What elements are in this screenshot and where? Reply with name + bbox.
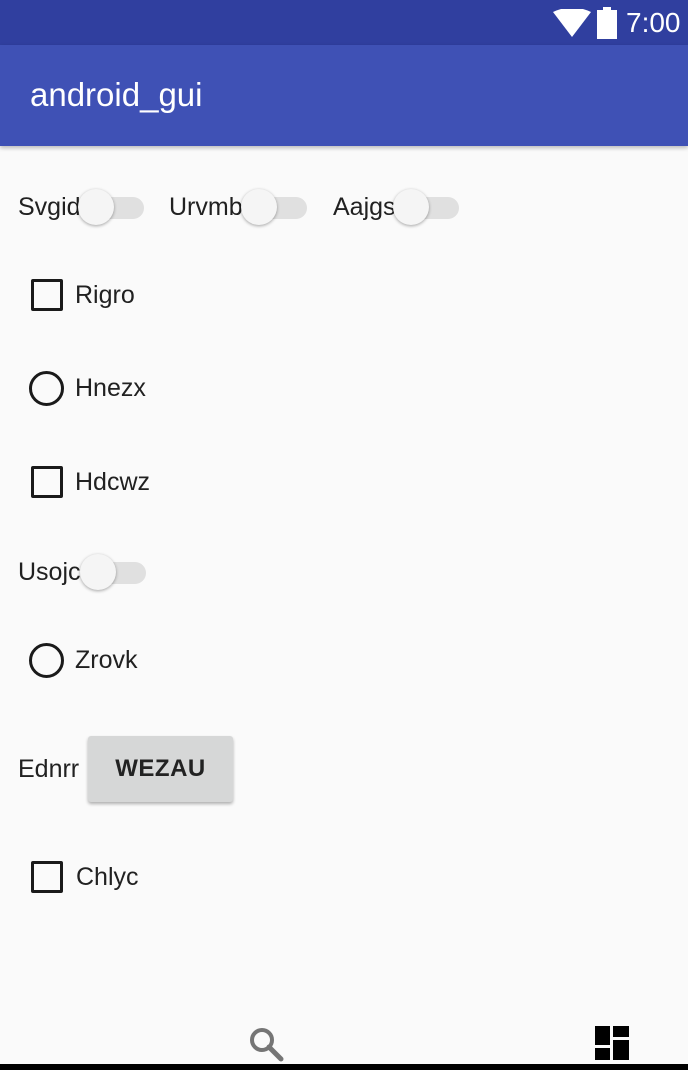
switch-thumb: [393, 189, 429, 225]
ednrr-label: Ednrr: [18, 755, 80, 783]
radio-label-hnezx[interactable]: Hnezx: [75, 373, 146, 403]
checkbox-hdcwz[interactable]: [31, 466, 63, 498]
battery-icon: [597, 7, 617, 39]
switch-label-aajgs: Aajgs: [333, 193, 396, 221]
switch-aajgs[interactable]: [393, 187, 459, 227]
dashboard-icon[interactable]: [595, 1026, 629, 1060]
radio-zrovk[interactable]: [29, 643, 64, 678]
switch-thumb: [241, 189, 277, 225]
wifi-icon: [553, 9, 591, 37]
checkbox-rigro[interactable]: [31, 279, 63, 311]
switch-label-usojc: Usojc: [18, 558, 81, 586]
switch-thumb: [78, 189, 114, 225]
switch-usojc[interactable]: [80, 552, 146, 592]
status-time: 7:00: [626, 7, 681, 38]
switch-thumb: [80, 554, 116, 590]
radio-hnezx[interactable]: [29, 371, 64, 406]
checkbox-chlyc[interactable]: [31, 861, 63, 893]
checkbox-label-rigro[interactable]: Rigro: [75, 280, 135, 310]
status-bar: 7:00: [0, 0, 688, 45]
radio-label-zrovk[interactable]: Zrovk: [75, 645, 138, 675]
search-icon[interactable]: [248, 1026, 284, 1062]
navigation-bar-edge: [0, 1064, 688, 1070]
app-bar: android_gui: [0, 45, 688, 146]
checkbox-label-hdcwz[interactable]: Hdcwz: [75, 467, 150, 497]
app-title: android_gui: [30, 76, 203, 113]
wezau-button[interactable]: WEZAU: [88, 736, 233, 802]
switch-svgid[interactable]: [78, 187, 144, 227]
checkbox-label-chlyc[interactable]: Chlyc: [76, 862, 139, 892]
switch-label-svgid: Svgid: [18, 193, 81, 221]
switch-urvmb[interactable]: [241, 187, 307, 227]
switch-label-urvmb: Urvmb: [169, 193, 243, 221]
